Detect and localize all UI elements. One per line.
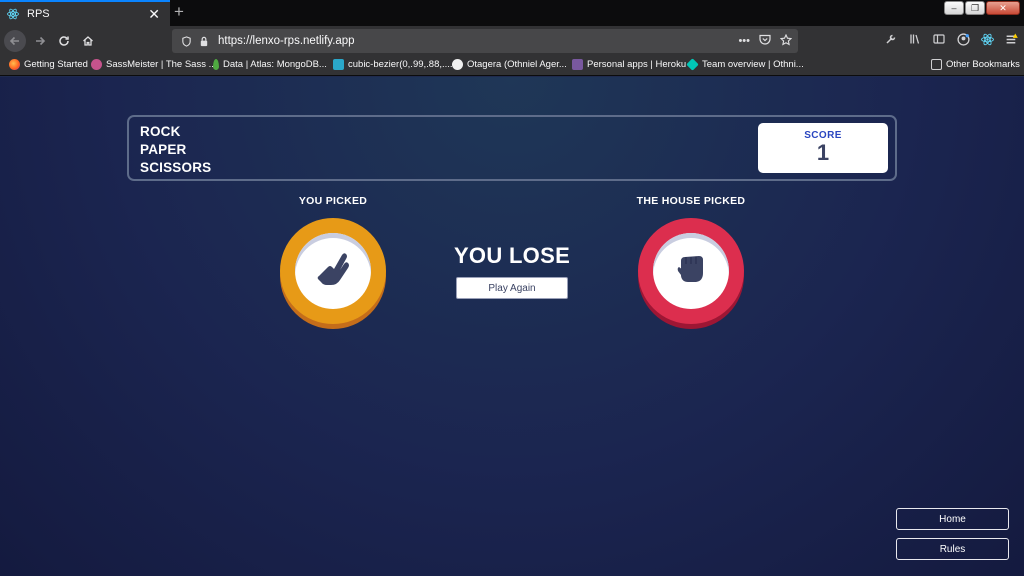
bookmark-label: Otagera (Othniel Ager...	[467, 59, 567, 70]
browser-tab[interactable]: RPS ✕	[0, 0, 170, 26]
firefox-icon	[9, 59, 20, 70]
wrench-icon[interactable]	[884, 32, 898, 46]
rock-fist-icon	[671, 249, 711, 294]
title-line-scissors: SCISSORS	[140, 160, 212, 175]
cubic-bezier-icon	[333, 59, 344, 70]
back-icon[interactable]	[4, 30, 26, 52]
house-picked-label: THE HOUSE PICKED	[636, 195, 746, 207]
reload-icon[interactable]	[53, 30, 75, 52]
player-choice-scissors	[280, 218, 386, 328]
url-text: https://lenxo-rps.netlify.app	[218, 35, 355, 47]
heroku-icon	[572, 59, 583, 70]
bookmark-label: SassMeister | The Sass ...	[106, 59, 217, 70]
rules-button[interactable]: Rules	[896, 538, 1009, 560]
title-line-paper: PAPER	[140, 142, 187, 157]
game-title: ROCK PAPER SCISSORS	[140, 123, 211, 177]
restore-window-icon[interactable]: ❐	[965, 1, 985, 15]
bookmark-sassmeister[interactable]: SassMeister | The Sass ...	[91, 59, 217, 70]
bookmarks-toolbar: Getting Started SassMeister | The Sass .…	[0, 56, 1024, 76]
menu-icon[interactable]	[1004, 32, 1018, 46]
title-line-rock: ROCK	[140, 124, 181, 139]
folder-icon	[931, 59, 942, 70]
game-page: ROCK PAPER SCISSORS SCORE 1 YOU PICKED T…	[0, 77, 1024, 576]
play-again-button[interactable]: Play Again	[456, 277, 568, 299]
bookmark-heroku[interactable]: Personal apps | Heroku	[572, 59, 686, 70]
scissors-hand-icon	[313, 249, 353, 294]
sidebar-icon[interactable]	[932, 32, 946, 46]
score-value: 1	[816, 140, 830, 165]
bookmark-mongodb-atlas[interactable]: Data | Atlas: MongoDB...	[213, 59, 327, 70]
bookmark-label: Team overview | Othni...	[702, 59, 804, 70]
react-devtools-icon[interactable]	[980, 32, 994, 46]
close-window-icon[interactable]: ✕	[986, 1, 1020, 15]
home-button[interactable]: Home	[896, 508, 1009, 530]
game-header: ROCK PAPER SCISSORS SCORE 1	[127, 115, 897, 181]
you-picked-label: YOU PICKED	[298, 195, 368, 207]
close-tab-icon[interactable]: ✕	[148, 7, 160, 21]
score-box: SCORE 1	[758, 123, 888, 173]
netlify-icon	[686, 58, 699, 71]
minimize-window-icon[interactable]: –	[944, 1, 964, 15]
lock-icon[interactable]	[196, 33, 212, 49]
account-icon[interactable]	[956, 32, 970, 46]
bookmark-label: Data | Atlas: MongoDB...	[223, 59, 327, 70]
bookmark-label: Personal apps | Heroku	[587, 59, 687, 70]
bookmark-star-icon[interactable]	[779, 33, 793, 49]
tab-strip: RPS ✕ + – ❐ ✕	[0, 0, 1024, 26]
bookmark-getting-started[interactable]: Getting Started	[9, 59, 88, 70]
navigation-toolbar: https://lenxo-rps.netlify.app •••	[0, 26, 1024, 56]
result-text: YOU LOSE	[453, 243, 571, 268]
bookmark-github-otagera[interactable]: Otagera (Othniel Ager...	[452, 59, 567, 70]
shield-icon[interactable]	[178, 33, 194, 49]
window-controls: – ❐ ✕	[944, 1, 1020, 15]
home-icon[interactable]	[77, 30, 99, 52]
new-tab-icon[interactable]: +	[174, 3, 184, 21]
house-choice-rock	[638, 218, 744, 328]
sassmeister-icon	[91, 59, 102, 70]
other-bookmarks[interactable]: Other Bookmarks	[931, 59, 1020, 70]
react-icon	[7, 8, 19, 20]
address-bar[interactable]: https://lenxo-rps.netlify.app •••	[172, 29, 798, 53]
pocket-icon[interactable]	[759, 34, 771, 48]
bookmark-team-overview[interactable]: Team overview | Othni...	[686, 58, 804, 71]
github-icon	[452, 59, 463, 70]
forward-icon[interactable]	[29, 30, 51, 52]
tab-title: RPS	[27, 8, 50, 20]
bookmark-cubic-bezier[interactable]: cubic-bezier(0,.99,.88,....	[333, 59, 453, 70]
mongodb-leaf-icon	[213, 59, 219, 70]
library-icon[interactable]	[908, 32, 922, 46]
bookmark-label: Getting Started	[24, 59, 88, 70]
page-actions-icon[interactable]: •••	[738, 35, 750, 47]
bookmark-label: cubic-bezier(0,.99,.88,....	[348, 59, 453, 70]
other-bookmarks-label: Other Bookmarks	[946, 59, 1020, 70]
